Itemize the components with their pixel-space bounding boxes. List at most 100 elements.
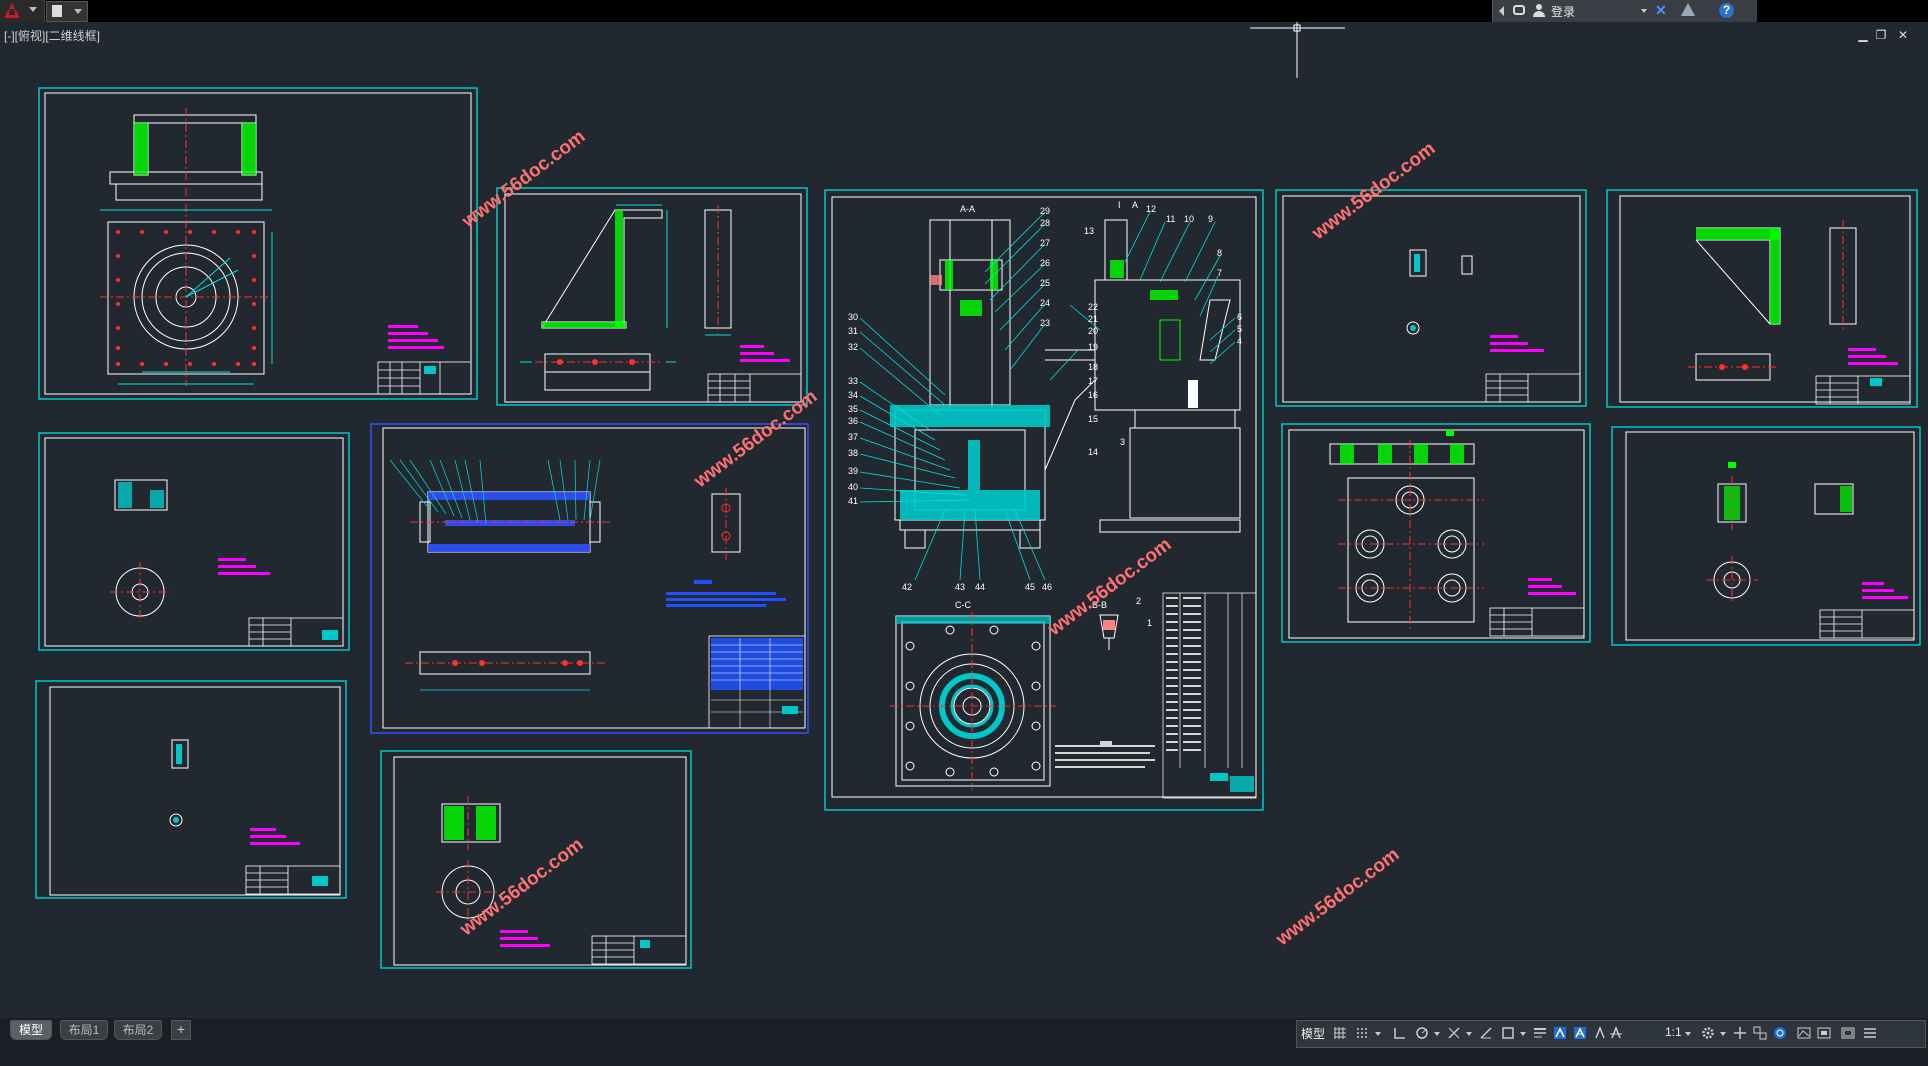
- watermark-text: www.56doc.com: [456, 834, 588, 941]
- chevron-down-icon[interactable]: [1430, 1026, 1444, 1040]
- svg-text:22: 22: [1088, 302, 1098, 312]
- svg-text:35: 35: [848, 404, 858, 414]
- svg-text:27: 27: [1040, 238, 1050, 248]
- drawing-sheet-clamp-plate[interactable]: [1281, 423, 1591, 643]
- svg-text:44: 44: [975, 582, 985, 592]
- svg-text:24: 24: [1040, 298, 1050, 308]
- svg-text:15: 15: [1088, 414, 1098, 424]
- auto-scale-icon[interactable]: [1609, 1026, 1623, 1040]
- object-snap-tracking-icon[interactable]: [1479, 1026, 1493, 1040]
- svg-text:17: 17: [1088, 376, 1098, 386]
- svg-text:46: 46: [1042, 582, 1052, 592]
- fullscreen-icon[interactable]: [1841, 1026, 1855, 1040]
- annotation-scale-button[interactable]: 1:1: [1665, 1025, 1682, 1039]
- grid-icon[interactable]: [1333, 1026, 1347, 1040]
- view-label-a: A: [1132, 200, 1138, 210]
- info-center: 登录 ✕ ?: [1492, 0, 1757, 22]
- selection-cycling-icon[interactable]: [1573, 1026, 1587, 1040]
- svg-text:34: 34: [848, 390, 858, 400]
- svg-text:14: 14: [1088, 447, 1098, 457]
- chevron-down-icon[interactable]: [1462, 1026, 1476, 1040]
- drawing-sheet-gusset[interactable]: [1606, 189, 1918, 408]
- login-label[interactable]: 登录: [1551, 3, 1575, 20]
- help-icon[interactable]: ?: [1719, 3, 1734, 18]
- svg-text:8: 8: [1217, 248, 1222, 258]
- user-icon[interactable]: [1533, 4, 1545, 17]
- polar-tracking-icon[interactable]: [1415, 1026, 1429, 1040]
- clean-screen-icon[interactable]: [1817, 1026, 1831, 1040]
- hardware-acceleration-icon[interactable]: [1797, 1026, 1811, 1040]
- svg-text:41: 41: [848, 496, 858, 506]
- svg-text:12: 12: [1146, 204, 1156, 214]
- drawing-sheet-bushing[interactable]: [1611, 426, 1921, 646]
- svg-text:38: 38: [848, 448, 858, 458]
- svg-text:16: 16: [1088, 390, 1098, 400]
- chevron-down-icon[interactable]: [1641, 9, 1647, 13]
- isodraft-icon[interactable]: [1447, 1026, 1461, 1040]
- minimize-icon[interactable]: ▁: [1856, 28, 1870, 42]
- customization-menu-icon[interactable]: [1863, 1026, 1877, 1040]
- cad-drawing-canvas[interactable]: A-A I A C-C B-B 292827 262524 232221 201…: [0, 22, 1928, 1018]
- chevron-down-icon[interactable]: [1516, 1026, 1530, 1040]
- gear-icon[interactable]: [1701, 1026, 1715, 1040]
- lineweight-icon[interactable]: [1533, 1026, 1547, 1040]
- tab-layout1[interactable]: 布局1: [60, 1020, 108, 1040]
- restore-icon[interactable]: ❐: [1874, 28, 1888, 42]
- svg-text:31: 31: [848, 326, 858, 336]
- chevron-down-icon[interactable]: [1371, 1026, 1385, 1040]
- collapse-arrow-icon[interactable]: [1499, 6, 1504, 16]
- exchange-apps-icon[interactable]: ✕: [1655, 3, 1669, 17]
- add-layout-button[interactable]: +: [171, 1020, 191, 1040]
- svg-text:43: 43: [955, 582, 965, 592]
- chevron-down-icon: [74, 9, 82, 14]
- drawing-sheet-angle-bracket[interactable]: [496, 187, 808, 406]
- section-label-cc: C-C: [955, 600, 971, 610]
- quick-access-toolbar[interactable]: [46, 1, 88, 22]
- svg-text:21: 21: [1088, 314, 1098, 324]
- svg-text:20: 20: [1088, 326, 1098, 336]
- drawing-sheet-guide-rail[interactable]: [370, 423, 809, 734]
- transparency-icon[interactable]: [1553, 1026, 1567, 1040]
- svg-text:5: 5: [1237, 324, 1242, 334]
- application-menu-button[interactable]: [0, 0, 45, 22]
- object-snap-icon[interactable]: [1501, 1026, 1515, 1040]
- annotation-visibility-icon[interactable]: [1593, 1026, 1607, 1040]
- svg-text:28: 28: [1040, 218, 1050, 228]
- tab-model[interactable]: 模型: [10, 1020, 52, 1040]
- tab-layout2[interactable]: 布局2: [114, 1020, 162, 1040]
- svg-text:25: 25: [1040, 278, 1050, 288]
- model-space-button[interactable]: 模型: [1301, 1025, 1325, 1042]
- drawing-sheet-pin-2[interactable]: [35, 680, 347, 899]
- isolate-objects-icon[interactable]: [1773, 1026, 1787, 1040]
- svg-text:6: 6: [1237, 312, 1242, 322]
- search-binoculars-icon[interactable]: [1513, 5, 1525, 15]
- svg-text:1: 1: [1147, 618, 1152, 628]
- drawing-viewport[interactable]: A-A I A C-C B-B 29 28 27 26 25 24 23 22 …: [0, 22, 1928, 1018]
- ortho-icon[interactable]: [1393, 1026, 1407, 1040]
- svg-text:26: 26: [1040, 258, 1050, 268]
- drawing-sheet-flange[interactable]: [380, 750, 692, 969]
- units-icon[interactable]: [1753, 1026, 1767, 1040]
- chevron-down-icon[interactable]: [1716, 1026, 1730, 1040]
- svg-text:2: 2: [1136, 596, 1141, 606]
- viewport-controls-label[interactable]: [-][俯视][二维线框]: [4, 27, 100, 44]
- svg-text:3: 3: [1120, 437, 1125, 447]
- drawing-sheet-main-assembly[interactable]: A-A I A C-C B-B 292827 262524 232221 201…: [824, 189, 1264, 811]
- drawing-sheet-base-plate[interactable]: [38, 87, 478, 400]
- svg-text:13: 13: [1084, 226, 1094, 236]
- svg-text:42: 42: [902, 582, 912, 592]
- status-bar: 模型 布局1 布局2 + 模型 1:1: [0, 1018, 1928, 1066]
- svg-text:32: 32: [848, 342, 858, 352]
- svg-text:23: 23: [1040, 318, 1050, 328]
- drawing-sheet-t-block[interactable]: [38, 432, 350, 651]
- plus-icon[interactable]: [1733, 1026, 1747, 1040]
- close-icon[interactable]: ✕: [1896, 28, 1910, 42]
- chevron-down-icon[interactable]: [1681, 1026, 1695, 1040]
- autodesk-360-icon[interactable]: [1681, 3, 1695, 16]
- svg-text:10: 10: [1184, 214, 1194, 224]
- application-title-bar: 登录 ✕ ?: [0, 0, 1928, 22]
- snap-grid-icon[interactable]: [1355, 1026, 1369, 1040]
- svg-text:33: 33: [848, 376, 858, 386]
- svg-text:39: 39: [848, 466, 858, 476]
- status-toolbar: 模型 1:1: [1296, 1020, 1926, 1048]
